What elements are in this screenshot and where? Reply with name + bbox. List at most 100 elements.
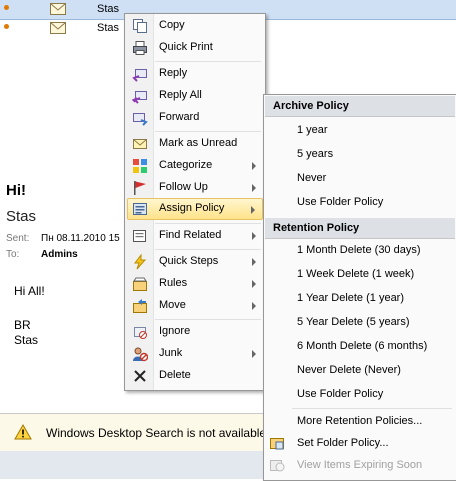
- retention-item-use-folder-policy[interactable]: Use Folder Policy: [297, 388, 383, 400]
- archive-item-1-year[interactable]: 1 year: [297, 124, 328, 136]
- envelope-icon: [133, 139, 147, 149]
- reply-icon: [132, 69, 147, 82]
- menu-item-label: Assign Policy: [159, 202, 225, 214]
- menu-separator: [292, 408, 452, 409]
- menu-item-label: Ignore: [159, 325, 191, 337]
- menu-item-mark-unread[interactable]: Mark as Unread: [127, 133, 263, 155]
- menu-item-label: Copy: [159, 19, 185, 31]
- submenu-arrow-icon: [252, 350, 256, 358]
- retention-item-1-month[interactable]: 1 Month Delete (30 days): [297, 244, 421, 256]
- copy-icon: [133, 19, 147, 33]
- menu-item-label: Mark as Unread: [159, 137, 238, 149]
- submenu-arrow-icon: [252, 258, 256, 266]
- menu-item-label: Reply: [159, 67, 188, 79]
- retention-item-1-year[interactable]: 1 Year Delete (1 year): [297, 292, 404, 304]
- mail-sender: Stas: [97, 22, 120, 34]
- envelope-icon: [50, 22, 66, 34]
- printer-icon: [133, 41, 147, 55]
- body-line: Hi All!: [14, 284, 45, 298]
- envelope-icon: [50, 3, 66, 15]
- reply-all-icon: [132, 91, 147, 104]
- retention-item-1-week[interactable]: 1 Week Delete (1 week): [297, 268, 414, 280]
- menu-item-label: Quick Print: [159, 41, 213, 53]
- retention-item-5-year[interactable]: 5 Year Delete (5 years): [297, 316, 410, 328]
- menu-separator: [155, 319, 261, 320]
- menu-item-label: Follow Up: [159, 181, 208, 193]
- menu-item-assign-policy[interactable]: Assign Policy: [127, 198, 263, 220]
- menu-item-label: Reply All: [159, 89, 202, 101]
- sent-label: Sent:: [6, 233, 30, 244]
- menu-item-forward[interactable]: Forward: [127, 107, 263, 129]
- sent-value: Пн 08.11.2010 15: [41, 233, 120, 244]
- menu-item-junk[interactable]: Junk: [127, 343, 263, 365]
- retention-item-6-month[interactable]: 6 Month Delete (6 months): [297, 340, 427, 352]
- assign-policy-submenu: Archive Policy 1 year 5 years Never Use …: [263, 94, 456, 481]
- archive-item-use-folder-policy[interactable]: Use Folder Policy: [297, 196, 383, 208]
- warning-icon: [14, 424, 32, 440]
- to-value[interactable]: Admins: [41, 249, 78, 260]
- menu-item-reply[interactable]: Reply: [127, 63, 263, 85]
- find-icon: [133, 230, 146, 242]
- submenu-arrow-icon: [252, 302, 256, 310]
- menu-item-rules[interactable]: Rules: [127, 273, 263, 295]
- menu-separator: [155, 223, 261, 224]
- menu-item-move[interactable]: Move: [127, 295, 263, 317]
- message-subject: Hi!: [6, 182, 26, 199]
- to-label: To:: [6, 249, 20, 260]
- menu-separator: [155, 131, 261, 132]
- delete-icon: [134, 370, 146, 382]
- menu-item-quick-print[interactable]: Quick Print: [127, 37, 263, 59]
- info-bar-message: Windows Desktop Search is not available.: [46, 426, 270, 440]
- submenu-arrow-icon: [252, 184, 256, 192]
- ignore-icon: [134, 327, 147, 339]
- context-menu: Copy Quick Print Reply Reply All Forward…: [124, 13, 266, 391]
- menu-item-label: Forward: [159, 111, 200, 123]
- submenu-arrow-icon: [251, 206, 255, 214]
- submenu-arrow-icon: [252, 162, 256, 170]
- archive-policy-title: Archive Policy: [273, 100, 349, 112]
- menu-item-categorize[interactable]: Categorize: [127, 155, 263, 177]
- lightning-icon: [134, 254, 147, 270]
- mail-sender: Stas: [97, 3, 120, 15]
- menu-item-ignore[interactable]: Ignore: [127, 321, 263, 343]
- retention-item-never[interactable]: Never Delete (Never): [297, 364, 401, 376]
- set-folder-policy[interactable]: Set Folder Policy...: [297, 437, 389, 449]
- menu-item-label: Find Related: [159, 229, 222, 241]
- menu-item-quick-steps[interactable]: Quick Steps: [127, 251, 263, 273]
- menu-item-find-related[interactable]: Find Related: [127, 225, 263, 247]
- body-line: BR: [14, 318, 31, 332]
- junk-icon: [133, 347, 148, 362]
- archive-policy-header: Archive Policy: [265, 96, 455, 117]
- view-expiring-icon: [270, 460, 285, 472]
- submenu-arrow-icon: [252, 280, 256, 288]
- retention-policy-header: Retention Policy: [265, 218, 455, 239]
- menu-item-label: Delete: [159, 369, 191, 381]
- menu-item-label: Rules: [159, 277, 188, 289]
- menu-item-follow-up[interactable]: Follow Up: [127, 177, 263, 199]
- menu-separator: [155, 249, 261, 250]
- categorize-icon: [133, 159, 147, 173]
- view-items-expiring-soon: View Items Expiring Soon: [297, 459, 423, 471]
- unread-dot: [4, 24, 9, 29]
- menu-item-label: Junk: [159, 347, 183, 359]
- menu-item-label: Move: [159, 299, 186, 311]
- body-line: Stas: [14, 333, 39, 347]
- menu-separator: [155, 61, 261, 62]
- rules-icon: [133, 277, 147, 291]
- policy-icon: [133, 203, 147, 215]
- archive-item-5-years[interactable]: 5 years: [297, 148, 333, 160]
- retention-policy-title: Retention Policy: [273, 222, 360, 234]
- submenu-arrow-icon: [252, 232, 256, 240]
- menu-item-delete[interactable]: Delete: [127, 365, 263, 387]
- more-retention-policies[interactable]: More Retention Policies...: [297, 415, 422, 427]
- message-from: Stas: [6, 208, 37, 225]
- move-icon: [133, 299, 147, 313]
- menu-item-copy[interactable]: Copy: [127, 15, 263, 37]
- menu-item-label: Categorize: [159, 159, 213, 171]
- menu-item-label: Quick Steps: [159, 255, 219, 267]
- forward-icon: [133, 113, 148, 126]
- menu-item-reply-all[interactable]: Reply All: [127, 85, 263, 107]
- flag-icon: [134, 181, 146, 195]
- unread-dot: [4, 5, 9, 10]
- archive-item-never[interactable]: Never: [297, 172, 326, 184]
